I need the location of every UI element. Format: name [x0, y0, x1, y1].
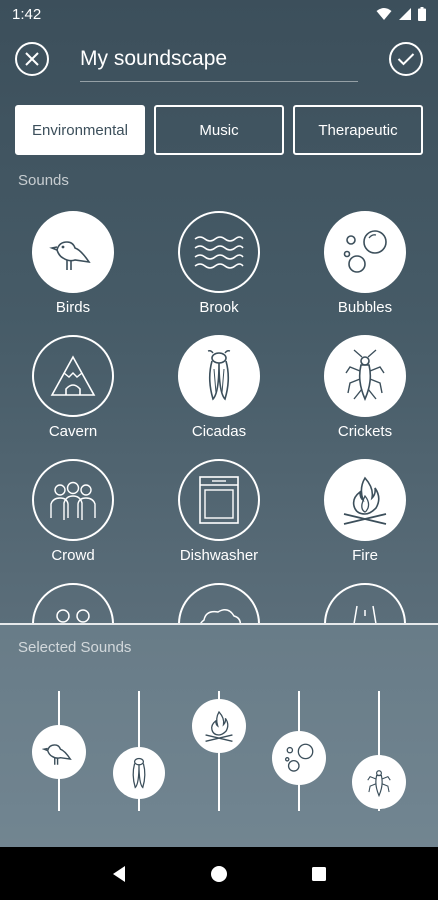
sound-cavern-circle [32, 335, 114, 417]
sound-crickets-circle [324, 335, 406, 417]
cavern-icon [48, 351, 98, 401]
sound-brook[interactable]: Brook [159, 211, 279, 331]
back-icon[interactable] [111, 865, 127, 883]
bird-icon [42, 735, 76, 769]
cricket-icon [342, 349, 388, 403]
sound-label: Crowd [51, 547, 95, 564]
home-icon[interactable] [210, 865, 228, 883]
sound-brook-circle [178, 211, 260, 293]
sounds-section-label: Sounds [18, 172, 69, 189]
bubbles-icon [282, 741, 316, 775]
sound-birds-circle [32, 211, 114, 293]
volume-slider-fire[interactable] [192, 699, 246, 753]
sound-label: Crickets [337, 423, 393, 440]
road-icon [345, 604, 385, 623]
volume-slider-birds[interactable] [32, 725, 86, 779]
check-icon [397, 52, 415, 66]
sound-crowd-circle [32, 459, 114, 541]
crowd-icon [46, 478, 100, 522]
cicada-icon [126, 756, 152, 790]
sound-cicadas-circle [178, 335, 260, 417]
close-icon [24, 51, 40, 67]
sound-label: Fire [352, 547, 378, 564]
selected-sounds-panel: Selected Sounds [0, 625, 438, 847]
sound-label: Birds [55, 299, 91, 316]
cloud-icon [194, 604, 244, 623]
status-time: 1:42 [12, 5, 42, 23]
sound-crowd[interactable]: Crowd [13, 459, 133, 579]
sound-row4-1[interactable] [13, 583, 133, 623]
volume-slider-crickets[interactable] [352, 755, 406, 809]
volume-slider-cicadas[interactable] [113, 747, 165, 799]
sound-label: Bubbles [337, 299, 393, 316]
soundscape-title-field[interactable]: My soundscape [80, 42, 358, 82]
close-button[interactable] [15, 42, 49, 76]
cricket-icon [365, 766, 393, 798]
recents-icon[interactable] [311, 866, 327, 882]
sounds-grid: Birds Brook Bubbles Cavern Cicadas Crick… [0, 205, 438, 623]
soundscape-title: My soundscape [80, 47, 228, 70]
sound-fire[interactable]: Fire [305, 459, 425, 579]
sound-row4-2[interactable] [159, 583, 279, 623]
tab-environmental[interactable]: Environmental [15, 105, 145, 155]
sound-crickets[interactable]: Crickets [305, 335, 425, 455]
status-icons [376, 7, 426, 21]
sound-label: Dishwasher [179, 547, 259, 564]
fire-icon [203, 709, 235, 743]
status-bar: 1:42 [0, 0, 438, 28]
bird-icon [49, 228, 97, 276]
sound-cavern[interactable]: Cavern [13, 335, 133, 455]
sound-birds[interactable]: Birds [13, 211, 133, 331]
sound-label: Cicadas [191, 423, 247, 440]
sound-bubbles-circle [324, 211, 406, 293]
sound-cicadas[interactable]: Cicadas [159, 335, 279, 455]
tab-therapeutic[interactable]: Therapeutic [293, 105, 423, 155]
system-nav-bar [0, 847, 438, 900]
waves-icon [193, 234, 245, 270]
app-screen: 1:42 My soundscape Environmental Music T… [0, 0, 438, 900]
sound-bubbles[interactable]: Bubbles [305, 211, 425, 331]
sound-circle [32, 583, 114, 623]
sound-label: Cavern [48, 423, 98, 440]
frog-icon [48, 604, 98, 623]
fire-icon [340, 474, 390, 526]
wifi-icon [376, 7, 392, 21]
signal-icon [398, 7, 412, 21]
volume-slider-bubbles[interactable] [272, 731, 326, 785]
bubbles-icon [339, 226, 391, 278]
selected-sounds-label: Selected Sounds [18, 639, 132, 656]
sound-fire-circle [324, 459, 406, 541]
battery-icon [418, 7, 426, 21]
header: My soundscape [0, 28, 438, 96]
cicada-icon [199, 349, 239, 403]
sound-label: Brook [199, 299, 239, 316]
confirm-button[interactable] [389, 42, 423, 76]
sound-dishwasher-circle [178, 459, 260, 541]
category-tabs: Environmental Music Therapeutic [15, 105, 423, 155]
tab-music[interactable]: Music [154, 105, 284, 155]
sound-dishwasher[interactable]: Dishwasher [159, 459, 279, 579]
sound-circle [324, 583, 406, 623]
sound-circle [178, 583, 260, 623]
sound-row4-3[interactable] [305, 583, 425, 623]
dishwasher-icon [198, 475, 240, 525]
